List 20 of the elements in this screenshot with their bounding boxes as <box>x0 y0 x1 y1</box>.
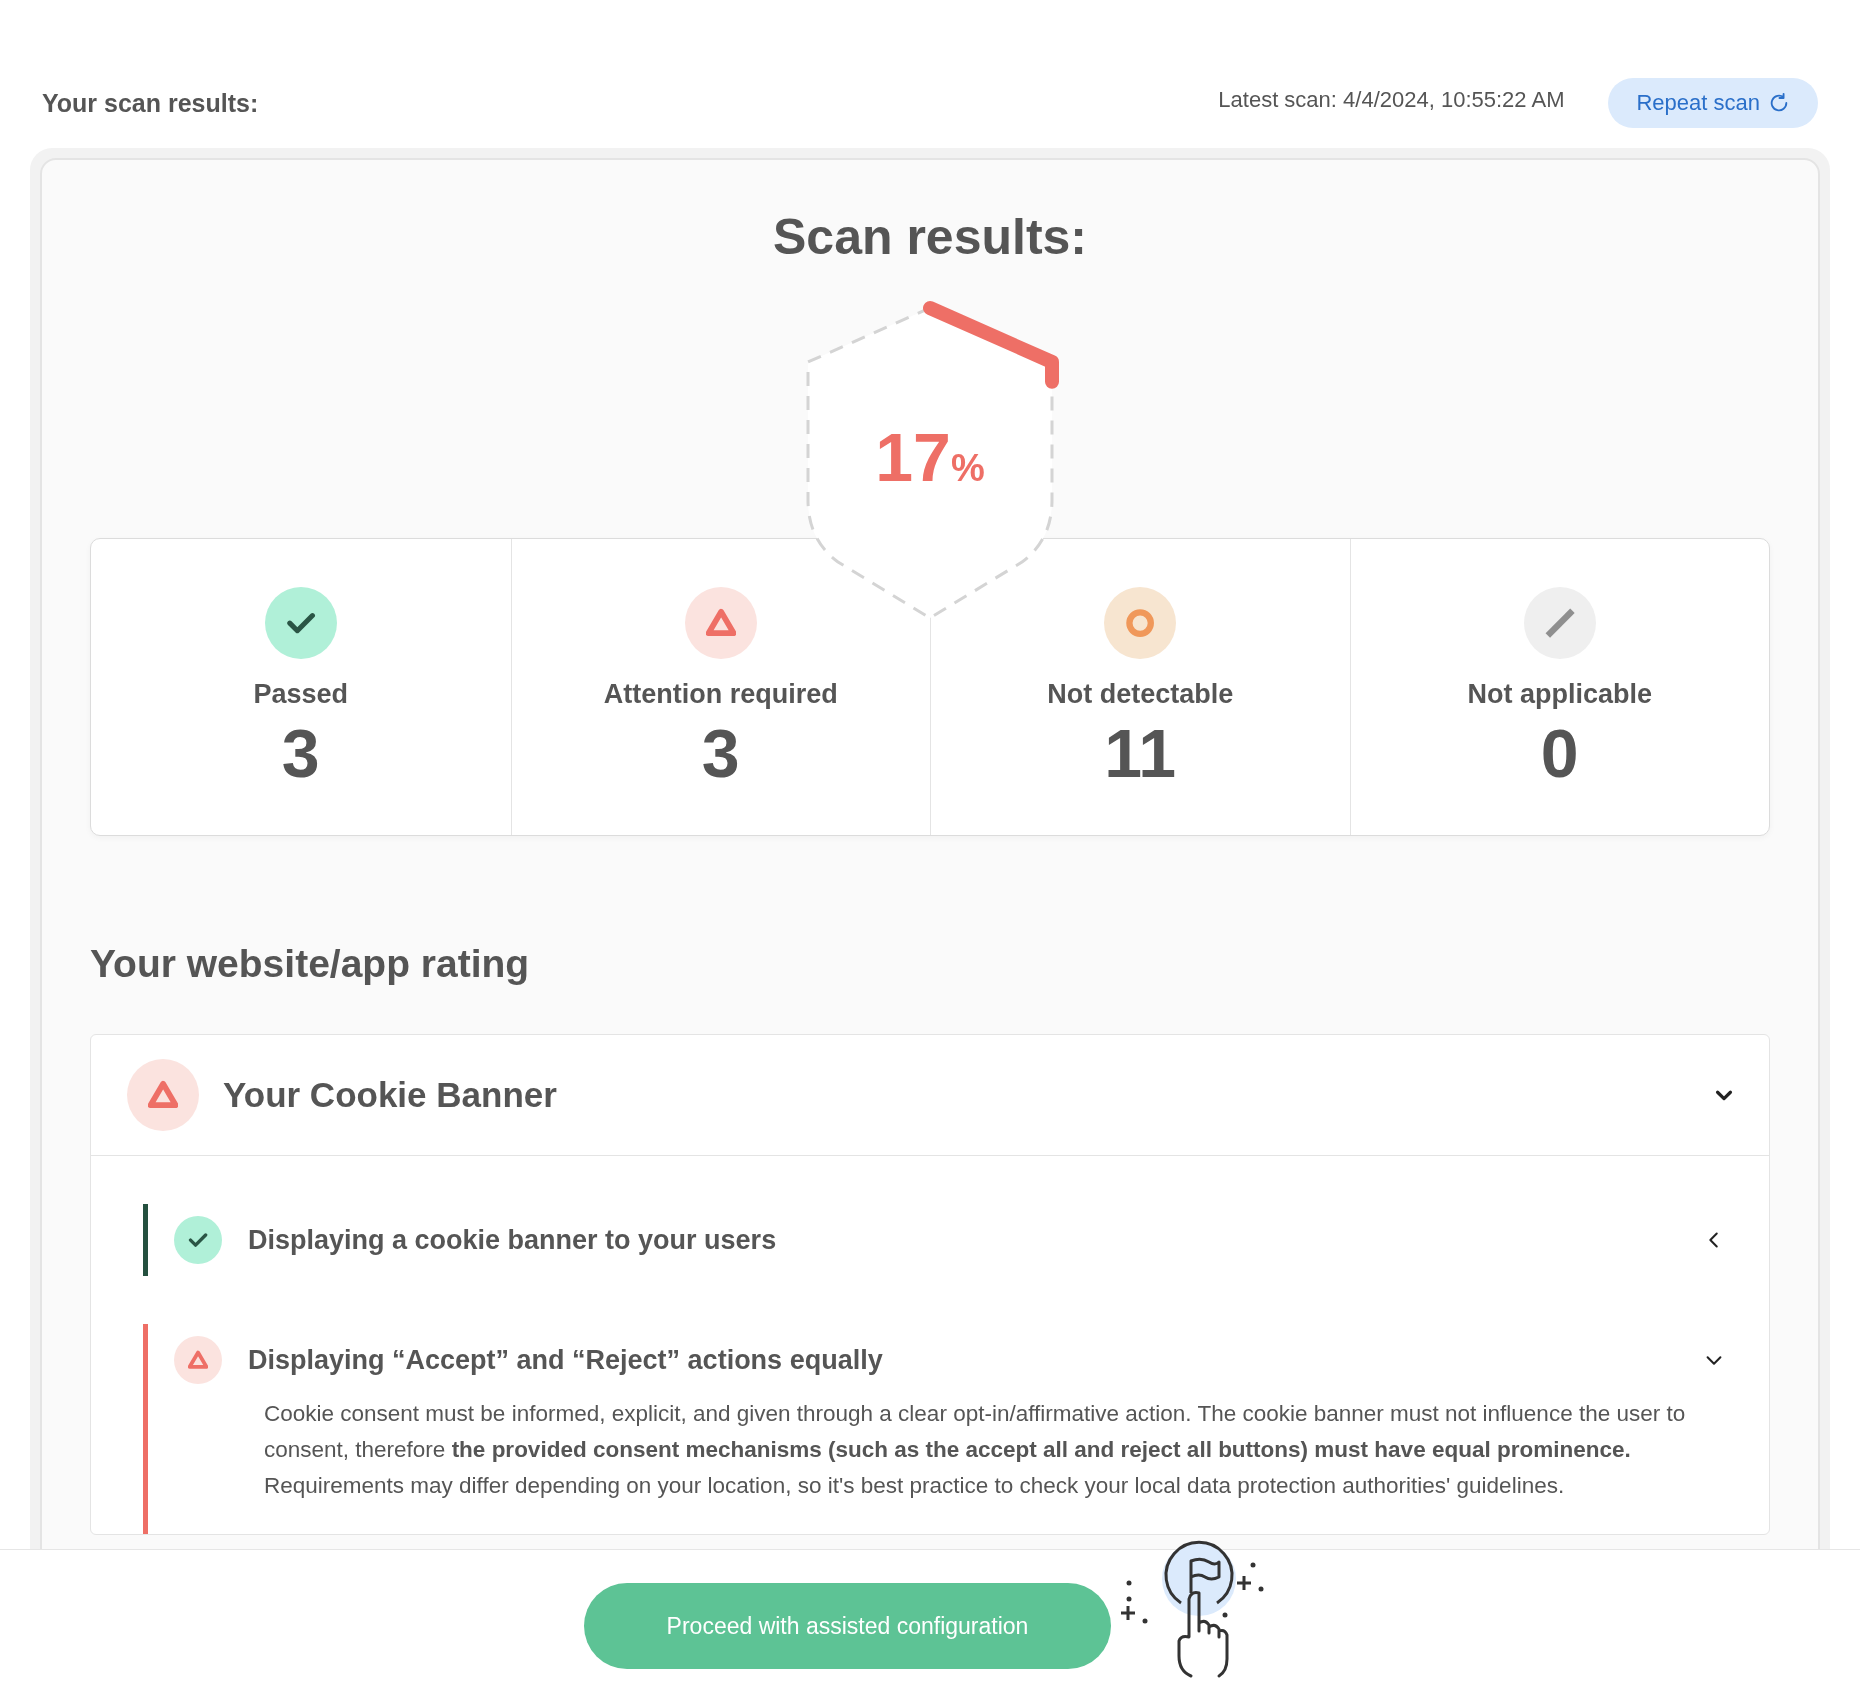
score-unit: % <box>950 447 985 490</box>
repeat-scan-button[interactable]: Repeat scan <box>1608 78 1818 128</box>
score-value: 17 <box>875 418 951 496</box>
stat-label: Not applicable <box>1467 679 1652 710</box>
page-title: Your scan results: <box>42 88 260 118</box>
section-title[interactable]: Your Cookie Banner <box>223 1075 1689 1115</box>
stat-count: 0 <box>1540 714 1579 792</box>
stat-label: Passed <box>253 679 349 710</box>
check-title[interactable]: Displaying “Accept” and “Reject” actions equally <box>248 1344 1677 1376</box>
stat-label: Attention required <box>603 679 838 710</box>
stat-count: 11 <box>1104 714 1177 792</box>
stat-count: 3 <box>701 714 740 792</box>
description-text: Cookie consent must be informed, explicit, and given through a clear opt-in/affirmative action. The cookie banner must not influence the user to consent, therefore the provided consent mechanisms (such as the accept all and reject all buttons) must have equal prominence. <box>264 1400 1687 1464</box>
scan-results-title: Scan results: <box>772 208 1088 266</box>
stat-label: Not detectable <box>1047 679 1234 710</box>
description-text: Requirements may differ depending on your location, so it's best practice to check your local data protection authorities' guidelines. <box>264 1472 1566 1500</box>
rating-title: Your website/app rating <box>90 942 531 986</box>
check-title[interactable]: Displaying a cookie banner to your users <box>248 1224 1677 1256</box>
latest-scan-time: Latest scan: 4/4/2024, 10:55:22 AM <box>1218 87 1565 113</box>
stat-count: 3 <box>281 714 320 792</box>
